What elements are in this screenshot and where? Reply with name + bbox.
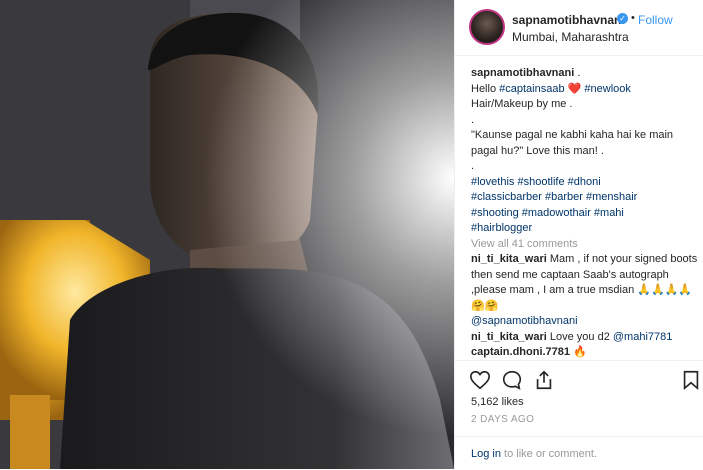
action-bar: [455, 360, 703, 396]
login-prompt: Log in to like or comment.: [455, 436, 703, 470]
login-prompt-text: Log in to like or comment.: [471, 448, 597, 460]
comment-item: ni_ti_kita_wari Mam , if not your signed…: [471, 252, 699, 330]
comment-author[interactable]: ni_ti_kita_wari: [471, 253, 547, 265]
view-all-comments-link[interactable]: View all 41 comments: [471, 237, 699, 253]
verified-badge-icon: ✓: [617, 13, 628, 24]
comment-text: 🔥: [570, 346, 587, 358]
heart-icon[interactable]: [469, 369, 491, 391]
instagram-post: sapnamotibhavnani ✓ • Follow Mumbai, Mah…: [0, 0, 703, 469]
bookmark-icon[interactable]: [680, 369, 702, 391]
login-rest: to like or comment.: [500, 448, 597, 460]
hashtags-line-4[interactable]: #hairblogger: [471, 221, 699, 237]
post-sidebar: sapnamotibhavnani ✓ • Follow Mumbai, Mah…: [454, 0, 703, 469]
comment-icon[interactable]: [501, 369, 523, 391]
caption-author-suffix: .: [574, 67, 581, 79]
caption-line-dot-2: .: [471, 160, 475, 172]
hashtags-line-1[interactable]: #lovethis #shootlife #dhoni: [471, 175, 699, 191]
comment-mention[interactable]: @sapnamotibhavnani: [471, 315, 578, 327]
comment-item: ni_ti_kita_wari Love you d2 @mahi7781: [471, 330, 699, 346]
post-photo[interactable]: [0, 0, 454, 469]
comments-section: sapnamotibhavnani . Hello #captainsaab ❤…: [471, 66, 699, 361]
comment-author[interactable]: ni_ti_kita_wari: [471, 331, 547, 343]
separator-dot: •: [631, 12, 635, 24]
post-header: sapnamotibhavnani ✓ • Follow Mumbai, Mah…: [455, 0, 703, 56]
likes-count[interactable]: 5,162 likes: [471, 396, 524, 408]
caption-line-dot-1: .: [471, 113, 475, 126]
comment-item: captain.dhoni.7781 🔥: [471, 345, 699, 361]
share-icon[interactable]: [533, 369, 555, 391]
caption-author-line: sapnamotibhavnani .: [471, 66, 699, 82]
photo-illustration: [0, 0, 454, 469]
hashtag-newlook[interactable]: #newlook: [584, 83, 630, 95]
hashtags-line-2[interactable]: #classicbarber #barber #menshair: [471, 190, 699, 206]
avatar[interactable]: [469, 9, 505, 45]
heart-emoji: ❤️: [567, 82, 582, 95]
login-link[interactable]: Log in: [471, 448, 501, 460]
post-date[interactable]: 2 DAYS AGO: [471, 414, 534, 425]
caption-author[interactable]: sapnamotibhavnani: [471, 67, 574, 79]
caption-line-hello: Hello #captainsaab ❤️ #newlook: [471, 82, 699, 98]
caption-line-quote: "Kaunse pagal ne kabhi kaha hai ke main …: [471, 129, 674, 157]
comment-author[interactable]: captain.dhoni.7781: [471, 346, 570, 358]
comment-text: Love you d2: [546, 330, 613, 343]
comment-mention[interactable]: @mahi7781: [613, 331, 672, 343]
caption-line-credit: Hair/Makeup by me .: [471, 98, 573, 110]
caption-hello: Hello: [471, 82, 500, 95]
header-username[interactable]: sapnamotibhavnani: [512, 13, 625, 27]
hashtag-captainsaab[interactable]: #captainsaab: [499, 83, 564, 95]
follow-button[interactable]: Follow: [638, 13, 673, 27]
location-link[interactable]: Mumbai, Maharashtra: [512, 30, 629, 44]
hashtags-line-3[interactable]: #shooting #madowothair #mahi: [471, 206, 699, 222]
